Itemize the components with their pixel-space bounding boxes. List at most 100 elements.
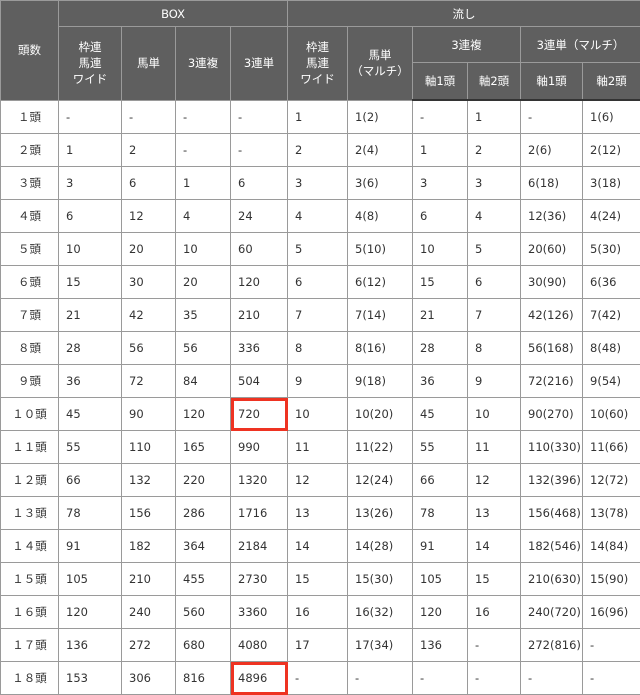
table-cell: 56 [176, 332, 231, 365]
table-cell: 14 [468, 530, 521, 563]
table-cell: 35 [176, 299, 231, 332]
table-cell: 17 [288, 629, 348, 662]
table-cell: 132 [122, 464, 176, 497]
table-cell: 6 [59, 200, 122, 233]
table-cell: - [413, 662, 468, 695]
row-label: ３頭 [1, 167, 59, 200]
row-label: ５頭 [1, 233, 59, 266]
table-cell: 12 [468, 464, 521, 497]
table-cell: 36 [59, 365, 122, 398]
table-cell: - [468, 629, 521, 662]
table-cell: 3 [288, 167, 348, 200]
table-row: ２頭12--22(4)122(6)2(12) [1, 134, 640, 167]
table-cell: 336 [231, 332, 288, 365]
table-cell: 4(24) [583, 200, 640, 233]
table-cell: 2 [468, 134, 521, 167]
table-cell: 2(4) [348, 134, 413, 167]
table-cell: 36 [413, 365, 468, 398]
table-cell: 182 [122, 530, 176, 563]
table-cell: 13(78) [583, 497, 640, 530]
row-label: １０頭 [1, 398, 59, 431]
table-cell: 10(60) [583, 398, 640, 431]
table-cell: 24 [231, 200, 288, 233]
table-cell: 4(8) [348, 200, 413, 233]
table-cell: 15 [288, 563, 348, 596]
table-cell: 84 [176, 365, 231, 398]
table-cell: 105 [59, 563, 122, 596]
highlighted-cell: 4896 [231, 662, 288, 695]
table-cell: 1(6) [583, 100, 640, 134]
table-cell: 132(396) [521, 464, 583, 497]
table-cell: 1(2) [348, 100, 413, 134]
table-cell: 28 [413, 332, 468, 365]
table-cell: 6(12) [348, 266, 413, 299]
header-nagashi-sanrenpuku: 3連複 [413, 27, 521, 63]
table-cell: 10(20) [348, 398, 413, 431]
table-row: ６頭15302012066(12)15630(90)6(36 [1, 266, 640, 299]
table-cell: 91 [413, 530, 468, 563]
table-cell: 8(48) [583, 332, 640, 365]
row-label: １８頭 [1, 662, 59, 695]
table-cell: 91 [59, 530, 122, 563]
table-cell: 9 [468, 365, 521, 398]
table-cell: 3 [468, 167, 521, 200]
table-cell: 7 [288, 299, 348, 332]
table-cell: - [176, 100, 231, 134]
table-cell: - [176, 134, 231, 167]
table-cell: 156 [122, 497, 176, 530]
table-cell: 4080 [231, 629, 288, 662]
table-cell: 10 [288, 398, 348, 431]
table-cell: 220 [176, 464, 231, 497]
table-cell: - [521, 662, 583, 695]
table-cell: 1 [413, 134, 468, 167]
table-cell: - [231, 100, 288, 134]
table-cell: 10 [468, 398, 521, 431]
table-cell: 12(72) [583, 464, 640, 497]
table-cell: 272(816) [521, 629, 583, 662]
table-cell: 504 [231, 365, 288, 398]
table-cell: 6 [413, 200, 468, 233]
row-label: １４頭 [1, 530, 59, 563]
table-row: １１頭551101659901111(22)5511110(330)11(66) [1, 431, 640, 464]
table-cell: 5 [468, 233, 521, 266]
table-cell: 210(630) [521, 563, 583, 596]
table-row: １頭----11(2)-1-1(6) [1, 100, 640, 134]
table-cell: 6 [288, 266, 348, 299]
table-cell: 72(216) [521, 365, 583, 398]
table-cell: 182(546) [521, 530, 583, 563]
table-cell: 7(14) [348, 299, 413, 332]
table-cell: 14(84) [583, 530, 640, 563]
table-cell: 8 [288, 332, 348, 365]
table-cell: 2730 [231, 563, 288, 596]
table-cell: 7(42) [583, 299, 640, 332]
table-cell: - [288, 662, 348, 695]
table-cell: 10 [176, 233, 231, 266]
row-label: １２頭 [1, 464, 59, 497]
table-row: １０頭45901207201010(20)451090(270)10(60) [1, 398, 640, 431]
table-cell: 16(96) [583, 596, 640, 629]
table-cell: 9(54) [583, 365, 640, 398]
table-cell: 3 [413, 167, 468, 200]
table-cell: 28 [59, 332, 122, 365]
table-cell: 1 [176, 167, 231, 200]
table-cell: 78 [413, 497, 468, 530]
row-label: １１頭 [1, 431, 59, 464]
table-cell: 10 [413, 233, 468, 266]
table-cell: 42 [122, 299, 176, 332]
table-cell: 2(6) [521, 134, 583, 167]
table-cell: 30(90) [521, 266, 583, 299]
table-cell: 306 [122, 662, 176, 695]
row-label: １３頭 [1, 497, 59, 530]
row-label: １５頭 [1, 563, 59, 596]
table-row: ３頭361633(6)336(18)3(18) [1, 167, 640, 200]
header-box-umatan: 馬単 [122, 27, 176, 101]
header-nagashi-group: 流し [288, 1, 640, 27]
table-cell: - [583, 662, 640, 695]
table-cell: 120 [59, 596, 122, 629]
table-cell: 60 [231, 233, 288, 266]
row-label: ７頭 [1, 299, 59, 332]
table-cell: 16 [468, 596, 521, 629]
table-cell: - [468, 662, 521, 695]
betting-combinations-table: 頭数 BOX 流し 枠連 馬連 ワイド 馬単 3連複 3連単 枠連 馬連 ワイド… [0, 0, 640, 695]
header-box-sanrentan: 3連単 [231, 27, 288, 101]
